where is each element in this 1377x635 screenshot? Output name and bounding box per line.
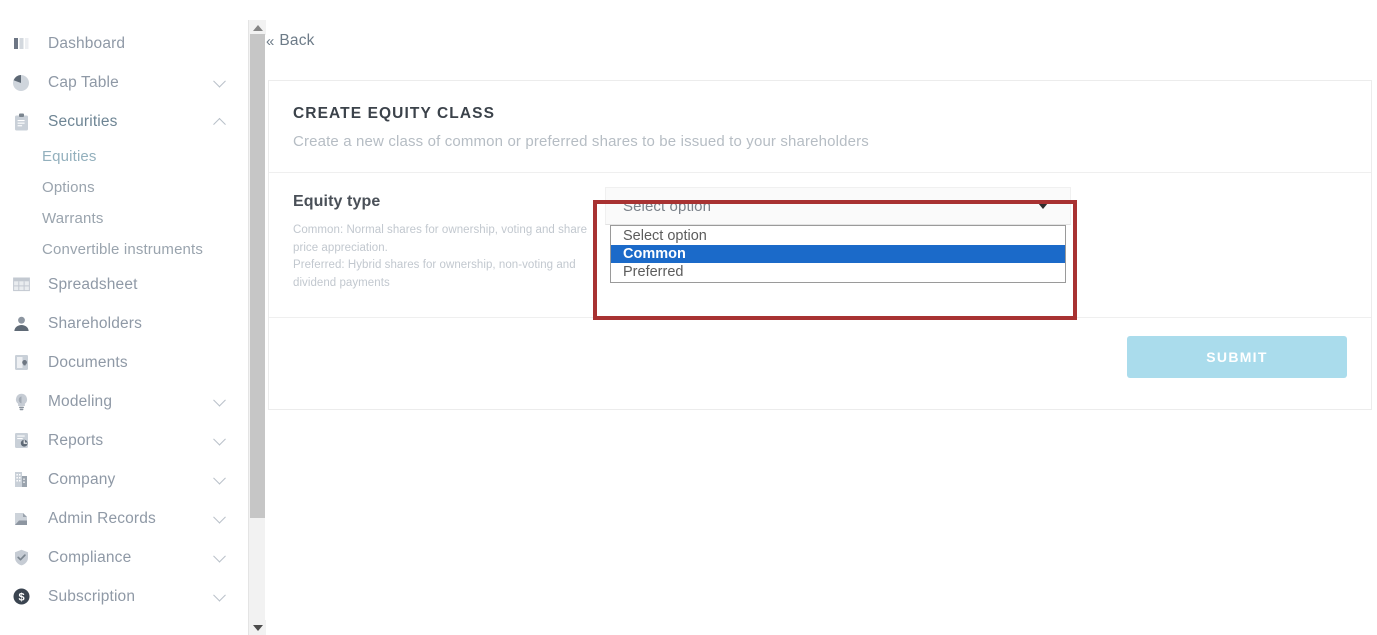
shield-check-icon	[10, 547, 32, 569]
sidebar-item-shareholders[interactable]: Shareholders	[0, 304, 248, 343]
equity-type-option-list[interactable]: Select option Common Preferred	[610, 225, 1066, 283]
submit-button[interactable]: SUBMIT	[1127, 336, 1347, 378]
option-preferred[interactable]: Preferred	[611, 263, 1065, 281]
chevron-down-icon[interactable]	[213, 471, 226, 485]
sidebar-item-label: Dashboard	[48, 34, 126, 52]
sidebar-item-label: Modeling	[48, 392, 113, 410]
sidebar-subitem-label: Options	[42, 179, 95, 196]
sidebar-subitem-label: Equities	[42, 148, 97, 165]
equity-type-select[interactable]: Select option	[605, 187, 1071, 225]
main-content: « Back CREATE EQUITY CLASS Create a new …	[266, 0, 1377, 635]
double-chevron-left-icon: «	[266, 32, 275, 50]
sidebar-item-label: Reports	[48, 431, 104, 449]
sidebar-subitem-label: Convertible instruments	[42, 241, 204, 258]
sidebar-item-label: Documents	[48, 353, 128, 371]
report-icon	[10, 430, 32, 452]
option-select-option[interactable]: Select option	[611, 227, 1065, 245]
chevron-up-icon[interactable]	[213, 117, 226, 131]
chevron-down-icon[interactable]	[213, 393, 226, 407]
equity-type-selected-value: Select option	[623, 197, 712, 215]
back-label: Back	[279, 32, 315, 49]
option-common[interactable]: Common	[611, 245, 1065, 263]
pie-chart-icon	[10, 72, 32, 94]
sidebar-item-cap-table[interactable]: Cap Table	[0, 63, 248, 102]
scroll-up-arrow[interactable]	[249, 20, 266, 35]
document-lock-icon	[10, 352, 32, 374]
triangle-down-icon	[252, 624, 263, 631]
sidebar-item-documents[interactable]: Documents	[0, 343, 248, 382]
sidebar-item-spreadsheet[interactable]: Spreadsheet	[0, 265, 248, 304]
equity-type-select-wrapper: Select option Select option Common Preferr…	[605, 187, 1071, 283]
chevron-down-icon	[1038, 203, 1048, 209]
back-link[interactable]: « Back	[266, 32, 315, 50]
sidebar-item-company[interactable]: Company	[0, 460, 248, 499]
sidebar-item-securities[interactable]: Securities	[0, 102, 248, 141]
dollar-circle-icon: $	[10, 586, 32, 608]
sidebar-scrollbar-thumb[interactable]	[250, 34, 265, 518]
clipboard-icon	[10, 111, 32, 133]
lightbulb-icon	[10, 391, 32, 413]
card-body: Equity type Common: Normal shares for ow…	[269, 173, 1371, 318]
chevron-down-icon[interactable]	[213, 588, 226, 602]
sidebar-subitem-options[interactable]: Options	[0, 172, 248, 203]
description-line: Preferred: Hybrid shares for ownership, …	[293, 259, 576, 289]
card-header: CREATE EQUITY CLASS Create a new class o…	[269, 81, 1371, 173]
sidebar-item-label: Subscription	[48, 587, 136, 605]
card-footer: SUBMIT	[269, 318, 1371, 409]
sidebar-item-label: Company	[48, 470, 116, 488]
svg-text:$: $	[18, 592, 24, 604]
sidebar-item-label: Cap Table	[48, 73, 119, 91]
sidebar-item-reports[interactable]: Reports	[0, 421, 248, 460]
app-root: Dashboard Cap Table Securities Equities Opti…	[0, 0, 1377, 635]
sidebar-subitem-convertible-instruments[interactable]: Convertible instruments	[0, 234, 248, 265]
chevron-down-icon[interactable]	[213, 510, 226, 524]
page-subtitle: Create a new class of common or preferre…	[293, 133, 869, 150]
sidebar-item-modeling[interactable]: Modeling	[0, 382, 248, 421]
sidebar-item-label: Shareholders	[48, 314, 142, 332]
sidebar-item-dashboard[interactable]: Dashboard	[0, 24, 248, 63]
create-equity-class-card: CREATE EQUITY CLASS Create a new class o…	[268, 80, 1372, 410]
sidebar-subitem-warrants[interactable]: Warrants	[0, 203, 248, 234]
chevron-down-icon[interactable]	[213, 432, 226, 446]
bar-chart-icon	[10, 33, 32, 55]
sidebar-item-compliance[interactable]: Compliance	[0, 538, 248, 577]
building-icon	[10, 469, 32, 491]
scroll-down-arrow[interactable]	[249, 620, 266, 635]
sidebar-item-label: Compliance	[48, 548, 132, 566]
sidebar-subitem-label: Warrants	[42, 210, 104, 227]
chevron-down-icon[interactable]	[213, 74, 226, 88]
sidebar-scrollbar-track[interactable]	[248, 20, 266, 635]
equity-type-description: Common: Normal shares for ownership, vot…	[293, 222, 593, 292]
sidebar-item-label: Securities	[48, 112, 118, 130]
sidebar-subitem-equities[interactable]: Equities	[0, 141, 248, 172]
triangle-up-icon	[252, 24, 263, 31]
table-grid-icon	[10, 274, 32, 296]
sidebar-item-label: Spreadsheet	[48, 275, 138, 293]
sidebar-item-label: Admin Records	[48, 509, 156, 527]
chevron-down-icon[interactable]	[213, 549, 226, 563]
description-line: Common: Normal shares for ownership, vot…	[293, 224, 588, 254]
page-title: CREATE EQUITY CLASS	[293, 105, 496, 122]
archive-icon	[10, 508, 32, 530]
sidebar-item-subscription[interactable]: $ Subscription	[0, 577, 248, 616]
user-icon	[10, 313, 32, 335]
sidebar-item-admin-records[interactable]: Admin Records	[0, 499, 248, 538]
sidebar: Dashboard Cap Table Securities Equities Opti…	[0, 0, 248, 635]
